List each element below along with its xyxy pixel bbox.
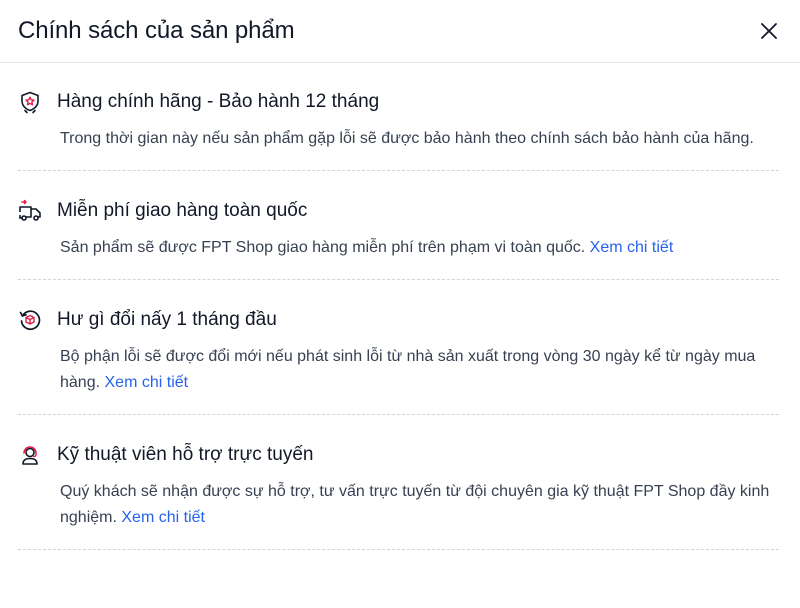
support-agent-icon <box>17 442 43 468</box>
policy-item-free-shipping: Miễn phí giao hàng toàn quốc Sản phẩm sẽ… <box>18 171 779 280</box>
close-icon <box>761 23 777 39</box>
close-button[interactable] <box>755 17 783 45</box>
policy-list: Hàng chính hãng - Bảo hành 12 tháng Tron… <box>0 63 800 550</box>
policy-item-online-support: Kỹ thuật viên hỗ trợ trực tuyến Quý khác… <box>18 415 779 550</box>
exchange-box-icon <box>17 307 43 333</box>
policy-description: Trong thời gian này nếu sản phẩm gặp lỗi… <box>60 130 754 147</box>
policy-item-genuine: Hàng chính hãng - Bảo hành 12 tháng Tron… <box>18 63 779 171</box>
policy-title: Kỹ thuật viên hỗ trợ trực tuyến <box>57 444 314 465</box>
modal-title: Chính sách của sản phẩm <box>18 17 295 44</box>
genuine-badge-icon <box>17 89 43 115</box>
policy-item-exchange: Hư gì đổi nấy 1 tháng đầu Bộ phận lỗi sẽ… <box>18 280 779 415</box>
see-details-link[interactable]: Xem chi tiết <box>121 509 205 526</box>
product-policy-modal: Chính sách của sản phẩm Hàng chính hãng … <box>0 0 800 608</box>
policy-description: Quý khách sẽ nhận được sự hỗ trợ, tư vấn… <box>60 483 770 526</box>
policy-description: Bộ phận lỗi sẽ được đổi mới nếu phát sin… <box>60 348 756 391</box>
see-details-link[interactable]: Xem chi tiết <box>105 374 189 391</box>
policy-title: Hàng chính hãng - Bảo hành 12 tháng <box>57 91 380 112</box>
policy-title: Hư gì đổi nấy 1 tháng đầu <box>57 309 277 330</box>
modal-header: Chính sách của sản phẩm <box>0 0 800 63</box>
see-details-link[interactable]: Xem chi tiết <box>590 239 674 256</box>
policy-description: Sản phẩm sẽ được FPT Shop giao hàng miễn… <box>60 239 674 256</box>
delivery-truck-icon <box>17 198 43 224</box>
policy-title: Miễn phí giao hàng toàn quốc <box>57 200 308 221</box>
